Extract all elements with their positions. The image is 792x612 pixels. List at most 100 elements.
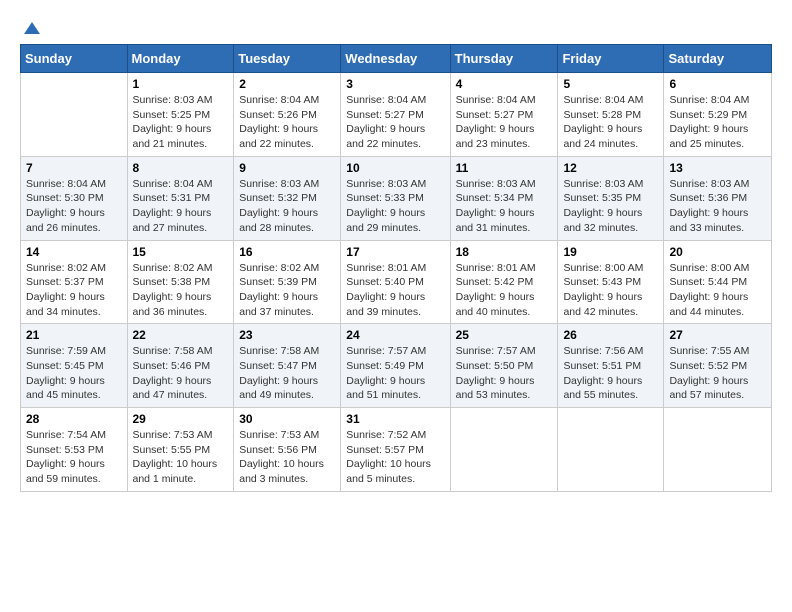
day-number: 25	[456, 328, 553, 342]
day-info: Sunrise: 8:04 AM Sunset: 5:26 PM Dayligh…	[239, 93, 335, 152]
day-info: Sunrise: 8:04 AM Sunset: 5:27 PM Dayligh…	[456, 93, 553, 152]
day-number: 16	[239, 245, 335, 259]
day-number: 27	[669, 328, 766, 342]
day-info: Sunrise: 7:58 AM Sunset: 5:47 PM Dayligh…	[239, 344, 335, 403]
day-info: Sunrise: 8:01 AM Sunset: 5:42 PM Dayligh…	[456, 261, 553, 320]
day-info: Sunrise: 8:01 AM Sunset: 5:40 PM Dayligh…	[346, 261, 444, 320]
calendar-cell: 29 Sunrise: 7:53 AM Sunset: 5:55 PM Dayl…	[127, 408, 234, 492]
calendar-cell: 19 Sunrise: 8:00 AM Sunset: 5:43 PM Dayl…	[558, 240, 664, 324]
logo	[20, 20, 44, 34]
day-info: Sunrise: 8:02 AM Sunset: 5:38 PM Dayligh…	[133, 261, 229, 320]
day-number: 2	[239, 77, 335, 91]
calendar-cell: 22 Sunrise: 7:58 AM Sunset: 5:46 PM Dayl…	[127, 324, 234, 408]
day-number: 26	[563, 328, 658, 342]
day-info: Sunrise: 8:03 AM Sunset: 5:32 PM Dayligh…	[239, 177, 335, 236]
calendar-cell: 17 Sunrise: 8:01 AM Sunset: 5:40 PM Dayl…	[341, 240, 450, 324]
day-number: 12	[563, 161, 658, 175]
day-info: Sunrise: 8:04 AM Sunset: 5:27 PM Dayligh…	[346, 93, 444, 152]
day-number: 29	[133, 412, 229, 426]
calendar-cell: 8 Sunrise: 8:04 AM Sunset: 5:31 PM Dayli…	[127, 156, 234, 240]
calendar-week-row: 1 Sunrise: 8:03 AM Sunset: 5:25 PM Dayli…	[21, 73, 772, 157]
calendar-header-row: SundayMondayTuesdayWednesdayThursdayFrid…	[21, 45, 772, 73]
calendar-cell	[558, 408, 664, 492]
calendar-cell: 6 Sunrise: 8:04 AM Sunset: 5:29 PM Dayli…	[664, 73, 772, 157]
day-number: 13	[669, 161, 766, 175]
day-number: 23	[239, 328, 335, 342]
calendar-cell: 12 Sunrise: 8:03 AM Sunset: 5:35 PM Dayl…	[558, 156, 664, 240]
calendar-cell: 10 Sunrise: 8:03 AM Sunset: 5:33 PM Dayl…	[341, 156, 450, 240]
day-number: 11	[456, 161, 553, 175]
day-info: Sunrise: 7:55 AM Sunset: 5:52 PM Dayligh…	[669, 344, 766, 403]
calendar-cell	[450, 408, 558, 492]
calendar-cell: 11 Sunrise: 8:03 AM Sunset: 5:34 PM Dayl…	[450, 156, 558, 240]
day-number: 22	[133, 328, 229, 342]
day-number: 4	[456, 77, 553, 91]
weekday-header: Friday	[558, 45, 664, 73]
day-info: Sunrise: 8:00 AM Sunset: 5:43 PM Dayligh…	[563, 261, 658, 320]
calendar-cell: 27 Sunrise: 7:55 AM Sunset: 5:52 PM Dayl…	[664, 324, 772, 408]
weekday-header: Monday	[127, 45, 234, 73]
day-number: 31	[346, 412, 444, 426]
day-number: 5	[563, 77, 658, 91]
calendar-cell: 20 Sunrise: 8:00 AM Sunset: 5:44 PM Dayl…	[664, 240, 772, 324]
calendar-cell: 4 Sunrise: 8:04 AM Sunset: 5:27 PM Dayli…	[450, 73, 558, 157]
calendar-cell: 7 Sunrise: 8:04 AM Sunset: 5:30 PM Dayli…	[21, 156, 128, 240]
day-info: Sunrise: 8:02 AM Sunset: 5:37 PM Dayligh…	[26, 261, 122, 320]
calendar-cell: 5 Sunrise: 8:04 AM Sunset: 5:28 PM Dayli…	[558, 73, 664, 157]
day-info: Sunrise: 8:03 AM Sunset: 5:35 PM Dayligh…	[563, 177, 658, 236]
weekday-header: Thursday	[450, 45, 558, 73]
calendar-cell: 2 Sunrise: 8:04 AM Sunset: 5:26 PM Dayli…	[234, 73, 341, 157]
day-info: Sunrise: 7:52 AM Sunset: 5:57 PM Dayligh…	[346, 428, 444, 487]
calendar-cell: 24 Sunrise: 7:57 AM Sunset: 5:49 PM Dayl…	[341, 324, 450, 408]
calendar-cell	[21, 73, 128, 157]
day-info: Sunrise: 8:04 AM Sunset: 5:31 PM Dayligh…	[133, 177, 229, 236]
day-number: 6	[669, 77, 766, 91]
day-number: 21	[26, 328, 122, 342]
weekday-header: Saturday	[664, 45, 772, 73]
day-info: Sunrise: 8:03 AM Sunset: 5:25 PM Dayligh…	[133, 93, 229, 152]
day-info: Sunrise: 8:03 AM Sunset: 5:33 PM Dayligh…	[346, 177, 444, 236]
calendar-cell: 21 Sunrise: 7:59 AM Sunset: 5:45 PM Dayl…	[21, 324, 128, 408]
day-number: 18	[456, 245, 553, 259]
day-number: 24	[346, 328, 444, 342]
day-number: 10	[346, 161, 444, 175]
day-number: 30	[239, 412, 335, 426]
day-info: Sunrise: 7:57 AM Sunset: 5:49 PM Dayligh…	[346, 344, 444, 403]
logo-icon	[22, 20, 42, 40]
calendar-cell: 31 Sunrise: 7:52 AM Sunset: 5:57 PM Dayl…	[341, 408, 450, 492]
calendar-cell: 26 Sunrise: 7:56 AM Sunset: 5:51 PM Dayl…	[558, 324, 664, 408]
calendar-cell: 9 Sunrise: 8:03 AM Sunset: 5:32 PM Dayli…	[234, 156, 341, 240]
calendar-table: SundayMondayTuesdayWednesdayThursdayFrid…	[20, 44, 772, 492]
day-info: Sunrise: 8:04 AM Sunset: 5:29 PM Dayligh…	[669, 93, 766, 152]
day-info: Sunrise: 7:58 AM Sunset: 5:46 PM Dayligh…	[133, 344, 229, 403]
day-info: Sunrise: 7:59 AM Sunset: 5:45 PM Dayligh…	[26, 344, 122, 403]
day-number: 8	[133, 161, 229, 175]
page-header	[20, 20, 772, 34]
day-number: 17	[346, 245, 444, 259]
calendar-week-row: 14 Sunrise: 8:02 AM Sunset: 5:37 PM Dayl…	[21, 240, 772, 324]
day-number: 15	[133, 245, 229, 259]
calendar-cell: 28 Sunrise: 7:54 AM Sunset: 5:53 PM Dayl…	[21, 408, 128, 492]
day-info: Sunrise: 8:04 AM Sunset: 5:28 PM Dayligh…	[563, 93, 658, 152]
calendar-cell: 16 Sunrise: 8:02 AM Sunset: 5:39 PM Dayl…	[234, 240, 341, 324]
day-info: Sunrise: 7:53 AM Sunset: 5:55 PM Dayligh…	[133, 428, 229, 487]
weekday-header: Sunday	[21, 45, 128, 73]
calendar-cell: 18 Sunrise: 8:01 AM Sunset: 5:42 PM Dayl…	[450, 240, 558, 324]
day-info: Sunrise: 7:53 AM Sunset: 5:56 PM Dayligh…	[239, 428, 335, 487]
calendar-week-row: 21 Sunrise: 7:59 AM Sunset: 5:45 PM Dayl…	[21, 324, 772, 408]
calendar-week-row: 28 Sunrise: 7:54 AM Sunset: 5:53 PM Dayl…	[21, 408, 772, 492]
day-number: 9	[239, 161, 335, 175]
day-info: Sunrise: 7:57 AM Sunset: 5:50 PM Dayligh…	[456, 344, 553, 403]
day-number: 7	[26, 161, 122, 175]
calendar-cell: 1 Sunrise: 8:03 AM Sunset: 5:25 PM Dayli…	[127, 73, 234, 157]
calendar-cell: 13 Sunrise: 8:03 AM Sunset: 5:36 PM Dayl…	[664, 156, 772, 240]
day-info: Sunrise: 8:03 AM Sunset: 5:36 PM Dayligh…	[669, 177, 766, 236]
day-number: 1	[133, 77, 229, 91]
calendar-cell: 25 Sunrise: 7:57 AM Sunset: 5:50 PM Dayl…	[450, 324, 558, 408]
day-info: Sunrise: 8:00 AM Sunset: 5:44 PM Dayligh…	[669, 261, 766, 320]
day-number: 28	[26, 412, 122, 426]
weekday-header: Tuesday	[234, 45, 341, 73]
calendar-cell: 30 Sunrise: 7:53 AM Sunset: 5:56 PM Dayl…	[234, 408, 341, 492]
calendar-cell: 15 Sunrise: 8:02 AM Sunset: 5:38 PM Dayl…	[127, 240, 234, 324]
day-info: Sunrise: 7:54 AM Sunset: 5:53 PM Dayligh…	[26, 428, 122, 487]
